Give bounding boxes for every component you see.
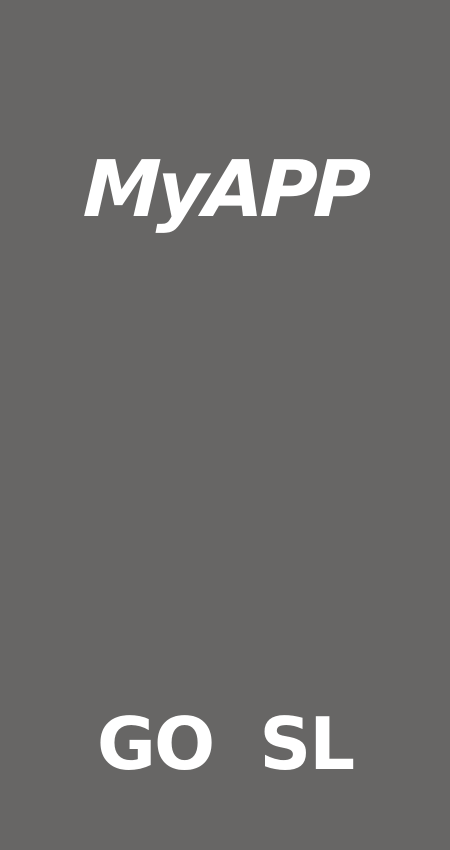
splash-screen: MyAPP GO SL	[0, 0, 450, 850]
footer-brand: GO SL	[96, 702, 355, 786]
app-title: MyAPP	[81, 145, 369, 235]
